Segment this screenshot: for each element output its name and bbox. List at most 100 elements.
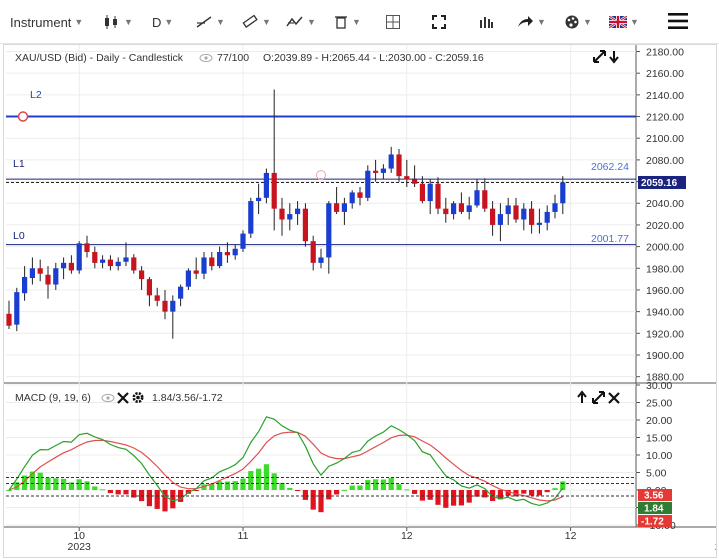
macd-histogram-bar — [310, 490, 316, 510]
chart-area[interactable]: 10202311121201202401022180.002160.002140… — [3, 44, 717, 558]
chevron-down-icon: ▼ — [262, 17, 271, 27]
chevron-down-icon: ▼ — [307, 17, 316, 27]
move-panel-down-icon[interactable] — [609, 51, 619, 64]
instrument-dropdown[interactable]: Instrument ▼ — [10, 10, 83, 34]
macd-histogram-bar — [84, 481, 90, 490]
fullscreen-button[interactable] — [431, 10, 447, 34]
candle-body — [76, 243, 82, 271]
grid-lines — [4, 45, 716, 531]
delete-drawings-tool[interactable]: ▼ — [333, 10, 361, 34]
signal-badge-text: 3.56 — [644, 491, 664, 502]
chevron-down-icon: ▼ — [74, 17, 84, 27]
candle-body — [388, 154, 394, 169]
candle-body — [560, 182, 566, 204]
candle-body — [107, 259, 113, 267]
macd-histogram-bar — [404, 489, 410, 491]
candle-body — [326, 203, 332, 258]
candle-body — [474, 190, 480, 206]
candle-body — [341, 203, 347, 212]
uk-flag-icon — [609, 16, 627, 28]
candle-body — [92, 252, 98, 263]
ruler-icon — [241, 14, 259, 30]
candle-body — [466, 205, 472, 212]
macd-histogram-bar — [357, 485, 363, 490]
ruler-tool[interactable]: ▼ — [241, 10, 271, 34]
y-tick-label: 1900.00 — [646, 350, 684, 362]
y-tick-label: 1920.00 — [646, 328, 684, 340]
candle-body — [224, 252, 230, 256]
candlestick-series — [6, 89, 566, 339]
candle-body — [185, 270, 191, 287]
macd-histogram-bar — [435, 490, 441, 505]
candle-body — [287, 214, 293, 220]
candle-body — [131, 257, 137, 271]
candle-body — [68, 262, 74, 271]
y-tick-label: 2040.00 — [646, 198, 684, 210]
gear-icon[interactable] — [132, 392, 144, 403]
visibility-eye-icon[interactable] — [101, 393, 115, 403]
indicators-button[interactable] — [478, 10, 494, 34]
macd-histogram-bar — [92, 486, 98, 490]
close-panel-icon[interactable] — [608, 392, 620, 404]
macd-histogram-bar — [61, 478, 67, 490]
expand-panel-icon[interactable] — [593, 50, 606, 63]
candle-body — [443, 208, 449, 215]
x-tick-label: 12 — [565, 530, 577, 542]
y-tick-label: 2180.00 — [646, 47, 684, 59]
candle-body — [373, 170, 379, 173]
macd-histogram-bar — [76, 479, 82, 490]
bar-chart-icon — [478, 14, 494, 30]
macd-histogram-bar — [349, 485, 355, 490]
fullscreen-icon — [431, 14, 447, 30]
macd-histogram-bar — [107, 490, 113, 494]
expand-panel-icon[interactable] — [592, 391, 605, 404]
level-label-l1: L1 — [13, 158, 25, 170]
candle-body — [490, 208, 496, 225]
macd-histogram-bar — [427, 490, 433, 500]
candle-body — [45, 274, 51, 285]
candle-body — [380, 168, 386, 173]
menu-button[interactable] — [667, 9, 689, 33]
move-panel-up-icon[interactable] — [577, 390, 587, 403]
remove-indicator-icon[interactable] — [117, 392, 129, 404]
zigzag-icon — [286, 14, 304, 30]
trendline-icon — [195, 14, 213, 30]
interval-dropdown[interactable]: D ▼ — [152, 10, 173, 34]
trendline-tool[interactable]: ▼ — [195, 10, 225, 34]
candle-body — [139, 270, 145, 280]
bar-counter: 77/100 — [217, 52, 249, 64]
macd-histogram-bar — [380, 479, 386, 490]
candle-body — [201, 257, 207, 274]
macd-histogram-bar — [458, 490, 464, 506]
theme-dropdown[interactable]: ▼ — [564, 10, 592, 34]
level-value-l1: 2062.24 — [591, 161, 629, 173]
share-dropdown[interactable]: ▼ — [516, 10, 546, 34]
language-dropdown[interactable]: ▼ — [609, 10, 639, 34]
macd-histogram-bar — [146, 490, 152, 507]
chart-toolbar: Instrument ▼ ▼ D ▼ ▼ ▼ ▼ ▼ ▼ ▼ ▼ — [0, 0, 719, 44]
candle-body — [240, 233, 246, 249]
chevron-down-icon: ▼ — [164, 17, 174, 27]
candle-body — [412, 179, 418, 184]
y-tick-label: 2020.00 — [646, 220, 684, 232]
candlestick-icon — [103, 14, 121, 30]
chevron-down-icon: ▼ — [537, 17, 546, 27]
candle-body — [513, 205, 519, 220]
visibility-eye-icon[interactable] — [199, 53, 213, 63]
pattern-tool[interactable]: ▼ — [286, 10, 316, 34]
y-tick-label: 2080.00 — [646, 155, 684, 167]
candle-body — [115, 261, 121, 267]
level-label-l0: L0 — [13, 230, 25, 242]
chevron-down-icon: ▼ — [216, 17, 225, 27]
level-anchor-handle — [316, 170, 326, 181]
chart-canvas[interactable]: 10202311121201202401022180.002160.002140… — [4, 45, 716, 557]
chart-type-dropdown[interactable]: ▼ — [103, 10, 133, 34]
macd-histogram-bar — [302, 490, 308, 500]
layout-button[interactable] — [385, 10, 401, 34]
candle-body — [529, 208, 535, 225]
y-tick-label: 2140.00 — [646, 90, 684, 102]
macd-histogram-bar — [115, 490, 121, 495]
candle-body — [100, 259, 106, 263]
y-tick-label: 2160.00 — [646, 68, 684, 80]
macd-histogram-bar — [217, 481, 223, 490]
